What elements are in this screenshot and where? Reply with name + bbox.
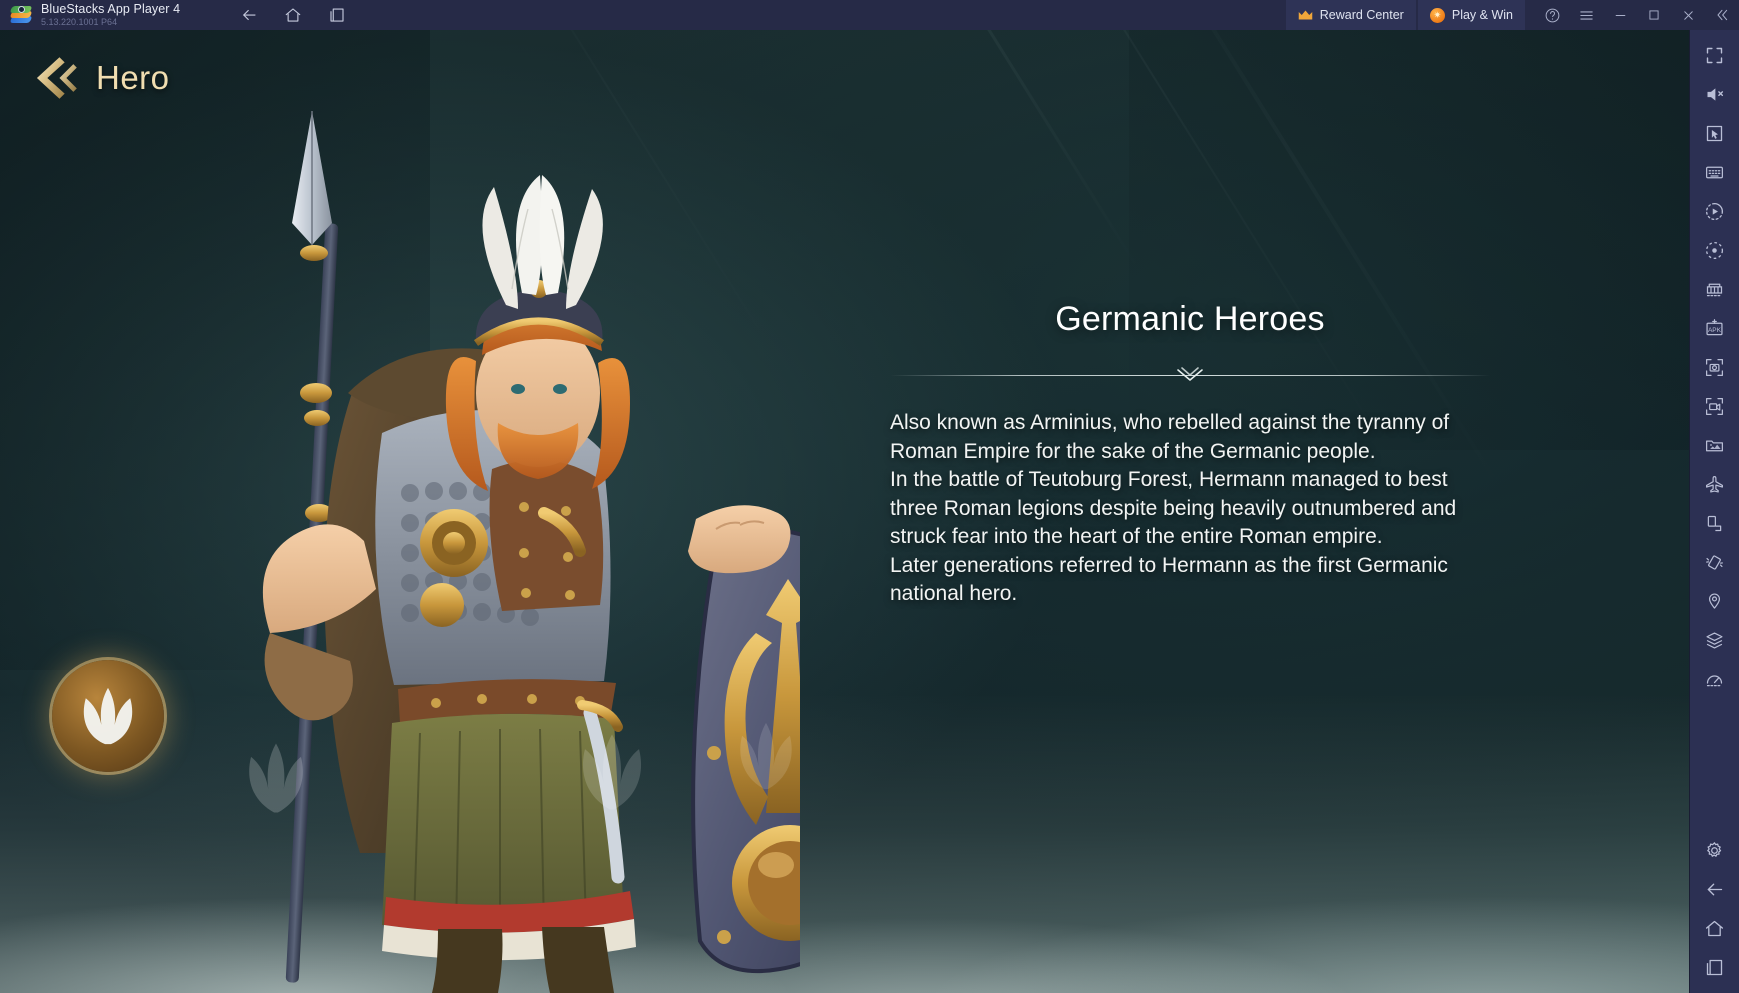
laurel-wreath-icon bbox=[83, 687, 133, 745]
hero-info-panel: Germanic Heroes Also known as Arminius, … bbox=[890, 300, 1490, 609]
ornamental-divider bbox=[890, 367, 1490, 383]
gold-back-chevron-icon[interactable] bbox=[30, 52, 82, 104]
keyboard-controls-icon[interactable] bbox=[1690, 153, 1739, 192]
eco-mode-icon[interactable] bbox=[1690, 465, 1739, 504]
play-and-win-button[interactable]: ✷ Play & Win bbox=[1417, 0, 1525, 30]
media-manager-icon[interactable] bbox=[1690, 426, 1739, 465]
home-icon[interactable] bbox=[284, 6, 302, 24]
reward-center-button[interactable]: Reward Center bbox=[1285, 0, 1416, 30]
close-icon[interactable] bbox=[1671, 0, 1705, 30]
script-record-icon[interactable] bbox=[1690, 231, 1739, 270]
help-icon[interactable] bbox=[1535, 0, 1569, 30]
collapse-chevrons-icon[interactable] bbox=[1705, 0, 1739, 30]
hero-description: Also known as Arminius, who rebelled aga… bbox=[890, 411, 1457, 605]
screenshot-icon[interactable] bbox=[1690, 348, 1739, 387]
star-badge-icon: ✷ bbox=[1429, 7, 1445, 23]
bluestacks-sidebar: APK bbox=[1689, 30, 1739, 993]
rotate-screen-icon[interactable] bbox=[1690, 504, 1739, 543]
title-bar: BlueStacks App Player 4 5.13.220.1001 P6… bbox=[0, 0, 1739, 30]
bluestacks-logo-icon bbox=[9, 4, 33, 26]
shake-icon[interactable] bbox=[1690, 543, 1739, 582]
play-and-win-label: Play & Win bbox=[1451, 8, 1513, 22]
settings-gear-icon[interactable] bbox=[1690, 831, 1739, 870]
hero-name-title: Germanic Heroes bbox=[1055, 300, 1325, 338]
page-title: Hero bbox=[96, 59, 170, 96]
titlebar-nav-group bbox=[240, 6, 346, 24]
layers-icon[interactable] bbox=[1690, 621, 1739, 660]
recent-apps-icon[interactable] bbox=[1690, 948, 1739, 987]
maximize-icon[interactable] bbox=[1637, 0, 1671, 30]
screen-record-icon[interactable] bbox=[1690, 387, 1739, 426]
minimize-icon[interactable] bbox=[1603, 0, 1637, 30]
crown-icon bbox=[1298, 9, 1313, 21]
page-header: Hero bbox=[0, 30, 170, 104]
back-icon[interactable] bbox=[240, 6, 258, 24]
macro-play-icon[interactable] bbox=[1690, 192, 1739, 231]
body-row: Hero Germanic Heroes Also known as Armin… bbox=[0, 30, 1739, 993]
home-icon[interactable] bbox=[1690, 909, 1739, 948]
back-icon[interactable] bbox=[1690, 870, 1739, 909]
window-controls bbox=[1525, 0, 1739, 30]
hero-rank-badge[interactable] bbox=[52, 660, 164, 772]
performance-gauge-icon[interactable] bbox=[1690, 660, 1739, 699]
hamburger-menu-icon[interactable] bbox=[1569, 0, 1603, 30]
reward-center-label: Reward Center bbox=[1319, 8, 1404, 22]
app-version: 5.13.220.1001 P64 bbox=[41, 16, 118, 27]
multi-instance-icon[interactable] bbox=[1690, 270, 1739, 309]
location-icon[interactable] bbox=[1690, 582, 1739, 621]
svg-text:APK: APK bbox=[1708, 327, 1722, 334]
fullscreen-icon[interactable] bbox=[1690, 36, 1739, 75]
game-stage[interactable]: Hero Germanic Heroes Also known as Armin… bbox=[0, 30, 1689, 993]
recent-apps-icon[interactable] bbox=[328, 6, 346, 24]
app-identity: BlueStacks App Player 4 5.13.220.1001 P6… bbox=[41, 3, 180, 27]
hero-character-art bbox=[120, 93, 800, 993]
double-chevron-down-ornament bbox=[1170, 367, 1210, 383]
install-apk-icon[interactable]: APK bbox=[1690, 309, 1739, 348]
bluestacks-window: BlueStacks App Player 4 5.13.220.1001 P6… bbox=[0, 0, 1739, 993]
mute-icon[interactable] bbox=[1690, 75, 1739, 114]
cursor-icon[interactable] bbox=[1690, 114, 1739, 153]
app-title: BlueStacks App Player 4 bbox=[41, 2, 181, 17]
